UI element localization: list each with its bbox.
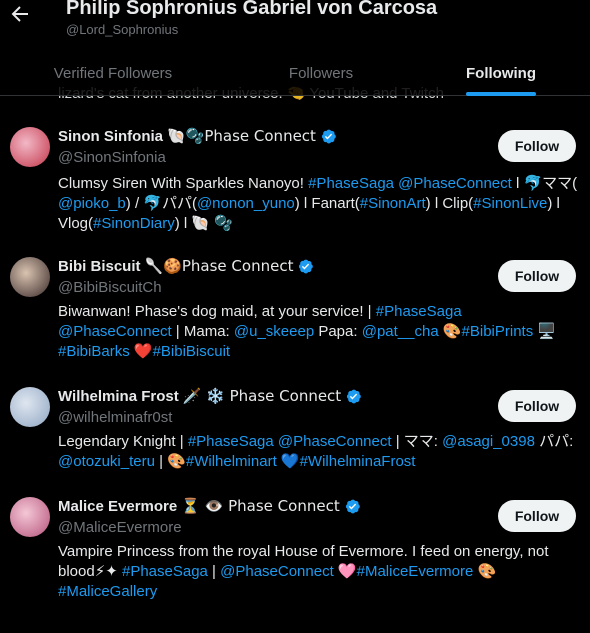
bio-text: l 🐬ママ( (511, 175, 578, 192)
user-handle: @SinonSinfonia (58, 149, 166, 166)
user-bio: Clumsy Siren With Sparkles Nanoyo! #Phas… (58, 174, 578, 234)
profile-header: Philip Sophronius Gabriel von Carcosa @L… (0, 0, 590, 96)
avatar[interactable] (10, 257, 50, 297)
mention-link[interactable]: @pat__cha (362, 323, 439, 340)
name-suffix: 🗡️ ❄️ Phase Connect (182, 387, 342, 405)
hashtag-link[interactable]: #MaliceEvermore (357, 563, 474, 580)
display-name: Bibi Biscuit (58, 257, 141, 275)
tab-followers[interactable]: Followers (226, 50, 416, 96)
name-suffix: 🐚🫧Phase Connect (167, 127, 316, 145)
tab-label: Verified Followers (53, 64, 173, 82)
mention-link[interactable]: @u_skeeep (234, 323, 314, 340)
follow-button[interactable]: Follow (498, 500, 576, 532)
bio-text: 🖥️ (533, 323, 557, 340)
bio-text: ) l Fanart( (294, 195, 360, 212)
hashtag-link[interactable]: #PhaseSaga (122, 563, 208, 580)
back-arrow-icon[interactable] (8, 2, 36, 30)
bio-text: 🩷 (333, 563, 357, 580)
bio-text: 💙 (276, 453, 300, 470)
bio-text: | (207, 563, 221, 580)
tab-label: Following (466, 64, 536, 82)
bio-text: Clumsy Siren With Sparkles Nanoyo! (58, 175, 309, 192)
bio-text: ) l Clip( (425, 195, 474, 212)
tab-bar: Verified Followers Followers Following (0, 50, 590, 96)
bio-text: 🎨 (438, 323, 462, 340)
tab-verified-followers[interactable]: Verified Followers (0, 50, 226, 96)
verified-badge-icon (299, 259, 314, 273)
mention-link[interactable]: @PhaseConnect (58, 323, 172, 340)
mention-link[interactable]: @asagi_0398 (442, 433, 535, 450)
follow-button[interactable]: Follow (498, 390, 576, 422)
mention-link[interactable]: @pioko_b (58, 195, 126, 212)
user-bio: Legendary Knight | #PhaseSaga @PhaseConn… (58, 432, 578, 472)
profile-handle: @Lord_Sophronius (66, 22, 179, 37)
hashtag-link[interactable]: #SinonArt (360, 195, 426, 212)
user-handle: @wilhelminafr0st (58, 409, 173, 426)
verified-badge-icon (345, 499, 360, 513)
avatar[interactable] (10, 387, 50, 427)
hashtag-link[interactable]: #PhaseSaga (188, 433, 274, 450)
hashtag-link[interactable]: #MaliceGallery (58, 583, 157, 600)
hashtag-link[interactable]: #Wilhelminart (186, 453, 277, 470)
verified-badge-icon (321, 129, 336, 143)
user-handle: @BibiBiscuitCh (58, 279, 162, 296)
user-bio: Biwanwan! Phase's dog maid, at your serv… (58, 302, 578, 362)
tab-following[interactable]: Following (416, 50, 586, 96)
bio-text: Biwanwan! Phase's dog maid, at your serv… (58, 303, 376, 320)
avatar[interactable] (10, 497, 50, 537)
mention-link[interactable]: @otozuki_teru (58, 453, 155, 470)
tab-label: Followers (288, 64, 354, 82)
user-bio: Vampire Princess from the royal House of… (58, 542, 578, 602)
name-suffix: ⏳ 👁️ Phase Connect (181, 497, 340, 515)
display-name: Sinon Sinfonia (58, 127, 163, 145)
bio-text: ) l 🐚 🫧 (174, 215, 233, 232)
display-name: Wilhelmina Frost (58, 387, 179, 405)
bio-text: 🎨 (473, 563, 497, 580)
hashtag-link[interactable]: #BibiBarks (58, 343, 130, 360)
user-name[interactable]: Sinon Sinfonia 🐚🫧Phase Connect (58, 127, 337, 145)
mention-link[interactable]: @PhaseConnect (398, 175, 512, 192)
hashtag-link[interactable]: #SinonDiary (93, 215, 175, 232)
bio-text: Legendary Knight | (58, 433, 188, 450)
bio-text: | Mama: (171, 323, 234, 340)
verified-badge-icon (347, 389, 361, 403)
mention-link[interactable]: @PhaseConnect (278, 433, 392, 450)
bio-text: ❤️ (129, 343, 153, 360)
user-name[interactable]: Bibi Biscuit 🥄🍪Phase Connect (58, 257, 314, 275)
bio-text: ) / 🐬パパ( (125, 195, 197, 212)
user-name[interactable]: Wilhelmina Frost 🗡️ ❄️ Phase Connect (58, 387, 362, 405)
bio-text: | 🎨 (154, 453, 186, 470)
avatar[interactable] (10, 127, 50, 167)
display-name: Malice Evermore (58, 497, 178, 515)
user-handle: @MaliceEvermore (58, 519, 182, 536)
hashtag-link[interactable]: #SinonLive (473, 195, 547, 212)
bio-text: パパ: (534, 433, 574, 450)
active-tab-indicator (466, 92, 536, 96)
bio-text: | ママ: (391, 433, 443, 450)
mention-link[interactable]: @PhaseConnect (220, 563, 334, 580)
mention-link[interactable]: @nonon_yuno (197, 195, 295, 212)
follow-button[interactable]: Follow (498, 130, 576, 162)
hashtag-link[interactable]: #BibiPrints (462, 323, 534, 340)
profile-name: Philip Sophronius Gabriel von Carcosa (66, 0, 438, 19)
bio-text: Papa: (314, 323, 362, 340)
hashtag-link[interactable]: #WilhelminaFrost (300, 453, 416, 470)
hashtag-link[interactable]: #BibiBiscuit (153, 343, 231, 360)
name-suffix: 🥄🍪Phase Connect (144, 257, 294, 275)
hashtag-link[interactable]: #PhaseSaga (376, 303, 462, 320)
hashtag-link[interactable]: #PhaseSaga (308, 175, 394, 192)
user-name[interactable]: Malice Evermore ⏳ 👁️ Phase Connect (58, 497, 361, 515)
follow-button[interactable]: Follow (498, 260, 576, 292)
